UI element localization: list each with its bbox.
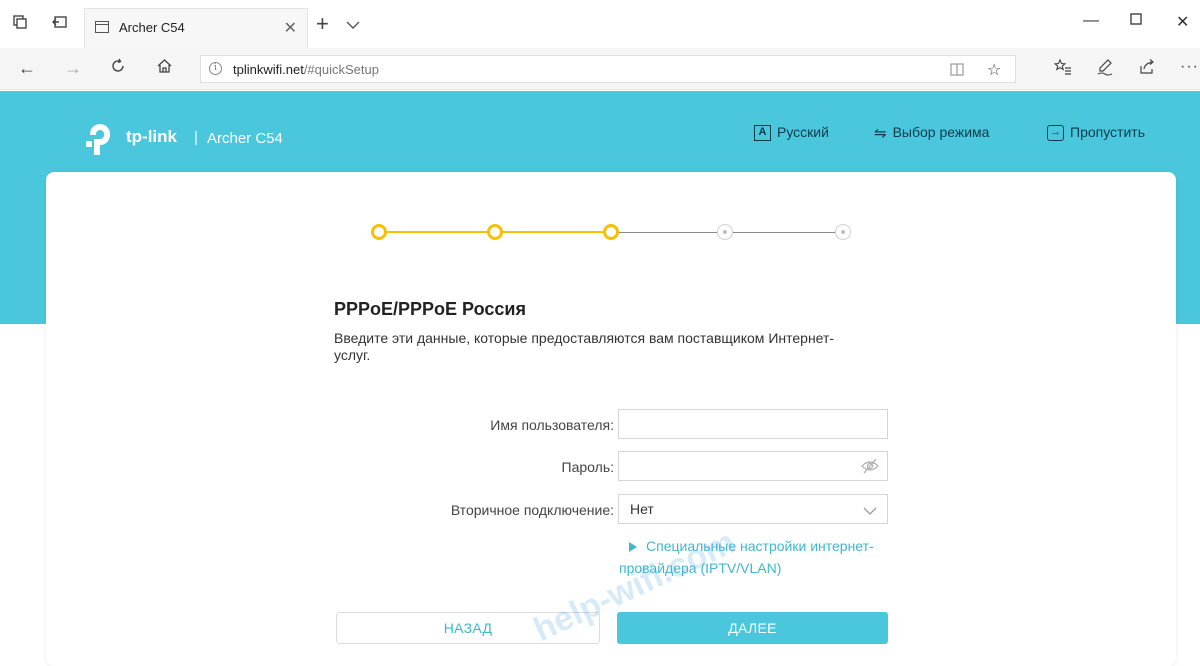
favorite-star-icon[interactable]: ☆: [987, 60, 1001, 80]
step-2-done: [487, 224, 503, 240]
section-title: PPPoE/PPPoE Россия: [334, 299, 526, 319]
tab-aside-icon[interactable]: [50, 14, 70, 34]
secondary-connection-select[interactable]: Нет: [618, 494, 888, 524]
next-button[interactable]: ДАЛЕЕ: [617, 612, 888, 644]
password-label: Пароль:: [561, 459, 614, 475]
address-bar-row: ← → i tplinkwifi.net/#quickSetup ☆ ···: [0, 48, 1200, 90]
url-path: /#quickSetup: [303, 62, 379, 77]
page-icon: [95, 21, 109, 33]
step-connector: [732, 232, 846, 233]
brand-name: tp-link: [126, 127, 177, 146]
language-icon: A: [754, 125, 771, 142]
home-icon[interactable]: [156, 57, 173, 79]
step-1-done: [371, 224, 387, 240]
skip-link[interactable]: → Пропустить: [1047, 124, 1145, 142]
swap-arrows-icon: ⇋: [874, 125, 887, 143]
step-3-done: [603, 224, 619, 240]
back-arrow-icon[interactable]: ←: [18, 57, 36, 79]
secondary-connection-value: Нет: [630, 501, 654, 517]
password-input[interactable]: [618, 451, 888, 481]
refresh-icon[interactable]: [110, 57, 126, 79]
close-window-icon[interactable]: ✕: [1176, 12, 1189, 32]
mode-select-link[interactable]: ⇋ Выбор режима: [874, 124, 989, 142]
skip-arrow-icon: →: [1047, 125, 1064, 142]
favorites-list-icon[interactable]: [1053, 58, 1072, 81]
chevron-down-icon[interactable]: [346, 17, 360, 35]
url-text: tplinkwifi.net/#quickSetup: [233, 62, 379, 77]
url-host: tplinkwifi.net: [233, 62, 304, 77]
username-input[interactable]: [618, 409, 888, 439]
tab-actions-icon[interactable]: [10, 14, 30, 34]
step-connector: [386, 231, 502, 233]
browser-tab[interactable]: Archer C54 ✕: [84, 8, 308, 48]
close-tab-icon[interactable]: ✕: [284, 18, 297, 38]
more-menu-icon[interactable]: ···: [1180, 58, 1199, 76]
progress-stepper: [46, 172, 1176, 240]
step-connector: [616, 232, 732, 233]
pen-icon[interactable]: [1096, 58, 1114, 81]
minimize-icon[interactable]: —: [1083, 12, 1099, 30]
step-connector: [502, 231, 616, 233]
tp-link-logo-icon: [86, 124, 110, 155]
brand-separator: |: [194, 129, 198, 146]
step-4-pending: [717, 224, 733, 240]
router-setup-page: tp-link | Archer C54 A Русский ⇋ Выбор реж…: [0, 91, 1200, 666]
isp-advanced-settings-link[interactable]: Специальные настройки интернет-провайдер…: [619, 535, 919, 579]
back-button[interactable]: НАЗАД: [336, 612, 600, 644]
language-label: Русский: [777, 124, 829, 140]
maximize-icon[interactable]: [1130, 12, 1142, 30]
section-description: Введите эти данные, которые предоставляю…: [334, 330, 835, 363]
model-name: Archer C54: [207, 130, 283, 147]
mode-label: Выбор режима: [892, 124, 990, 140]
share-icon[interactable]: [1138, 58, 1156, 81]
secondary-connection-label: Вторичное подключение:: [450, 502, 614, 518]
expand-triangle-icon: [629, 542, 637, 553]
chevron-down-icon: [863, 503, 877, 521]
new-tab-icon[interactable]: +: [316, 11, 329, 37]
hide-password-eye-icon[interactable]: [861, 458, 879, 479]
step-5-pending: [835, 224, 851, 240]
browser-tab-bar: Archer C54 ✕ + — ✕: [0, 0, 1200, 48]
tab-title: Archer C54: [119, 20, 185, 35]
language-link[interactable]: A Русский: [754, 124, 829, 142]
setup-card: PPPoE/PPPoE Россия Введите эти данные, к…: [46, 172, 1176, 666]
forward-arrow-icon[interactable]: →: [64, 57, 82, 79]
site-info-icon[interactable]: i: [209, 62, 222, 75]
reading-view-icon[interactable]: [949, 60, 965, 83]
url-input[interactable]: i tplinkwifi.net/#quickSetup ☆: [200, 55, 1016, 83]
skip-label: Пропустить: [1070, 124, 1145, 140]
username-label: Имя пользователя:: [490, 417, 614, 433]
advanced-settings-label: Специальные настройки интернет-провайдер…: [619, 538, 874, 576]
